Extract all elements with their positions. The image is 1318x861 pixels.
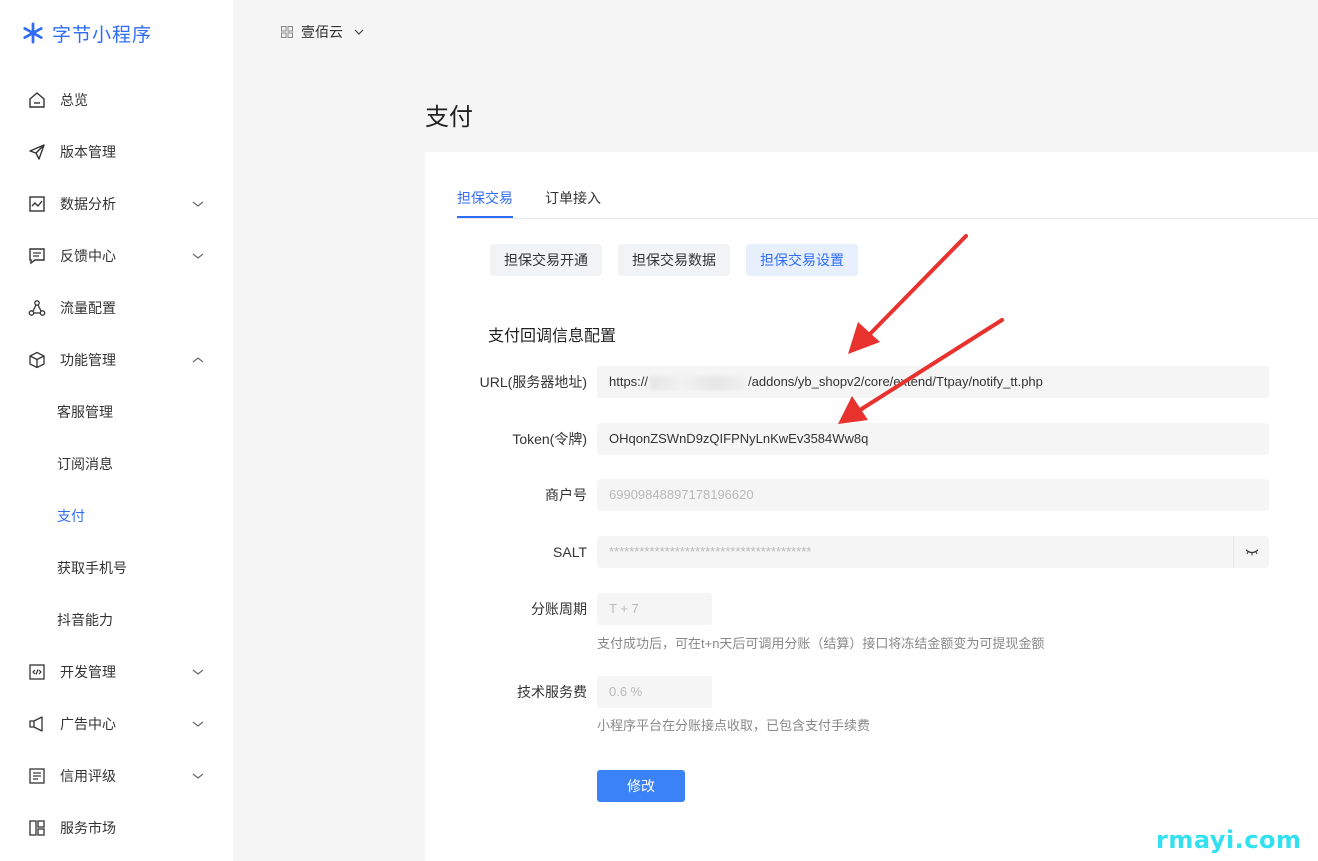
brand-logo-icon: [23, 22, 43, 44]
merchant-id-field[interactable]: 69909848897178196620: [597, 479, 1269, 511]
subtab-escrow-open[interactable]: 担保交易开通: [490, 244, 602, 276]
fee-hint: 小程序平台在分账接点收取，已包含支付手续费: [597, 718, 871, 733]
sidebar: 字节小程序 总览 版本管理 数据分析 反馈中心 流量配置 功能管理 客服管理 订…: [0, 0, 233, 861]
page-title: 支付: [425, 104, 473, 131]
sidebar-item-label: 广告中心: [60, 716, 116, 732]
salt-label: SALT: [553, 544, 587, 560]
eye-closed-icon: [1245, 549, 1258, 556]
chevron-down-icon: [192, 669, 204, 675]
sidebar-item-label: 数据分析: [60, 196, 116, 212]
sidebar-item-label: 功能管理: [60, 352, 116, 368]
document-icon: [29, 768, 45, 784]
paper-plane-icon: [29, 144, 45, 160]
cube-icon: [29, 351, 45, 369]
sidebar-item-label: 订阅消息: [57, 456, 113, 472]
sidebar-item-dev[interactable]: 开发管理: [0, 646, 233, 698]
megaphone-icon: [29, 716, 43, 732]
settlement-cycle-field[interactable]: T + 7: [597, 593, 712, 625]
sidebar-item-payment[interactable]: 支付: [0, 490, 233, 542]
fee-label: 技术服务费: [517, 684, 587, 700]
sidebar-item-label: 流量配置: [60, 300, 116, 316]
watermark: rmayi.com: [1156, 826, 1302, 854]
tabs-divider: [457, 218, 1318, 219]
url-redacted: [650, 375, 747, 390]
url-label: URL(服务器地址): [479, 374, 587, 390]
share-icon: [28, 300, 46, 316]
sidebar-item-analytics[interactable]: 数据分析: [0, 178, 233, 230]
modify-button[interactable]: 修改: [597, 770, 685, 802]
url-field[interactable]: https:// /addons/yb_shopv2/core/extend/Tt…: [597, 366, 1269, 398]
sidebar-item-label: 信用评级: [60, 768, 116, 784]
url-value-prefix: https://: [609, 374, 649, 389]
sidebar-item-label: 开发管理: [60, 664, 116, 680]
chevron-down-icon: [192, 253, 204, 259]
sidebar-item-traffic[interactable]: 流量配置: [0, 282, 233, 334]
chevron-up-icon: [192, 357, 204, 363]
sidebar-item-feedback[interactable]: 反馈中心: [0, 230, 233, 282]
apps-grid-icon: [281, 26, 293, 38]
sidebar-item-credit[interactable]: 信用评级: [0, 750, 233, 802]
sidebar-item-ads[interactable]: 广告中心: [0, 698, 233, 750]
brand-logo[interactable]: 字节小程序: [22, 20, 152, 46]
home-icon: [29, 92, 45, 108]
token-field[interactable]: OHqonZSWnD9zQIFPNyLnKwEv3584Ww8q: [597, 423, 1269, 455]
sidebar-item-subscription[interactable]: 订阅消息: [0, 438, 233, 490]
chart-icon: [29, 196, 45, 212]
settings-card: 担保交易 订单接入 担保交易开通 担保交易数据 担保交易设置 支付回调信息配置 …: [425, 152, 1318, 861]
tab-order-access[interactable]: 订单接入: [545, 188, 601, 218]
chevron-down-icon: [192, 721, 204, 727]
sidebar-item-overview[interactable]: 总览: [0, 74, 233, 126]
sidebar-item-label: 总览: [60, 92, 88, 108]
cycle-label: 分账周期: [531, 601, 587, 617]
merchant-label: 商户号: [545, 487, 587, 503]
brand-name: 字节小程序: [52, 24, 153, 46]
chevron-down-icon: [192, 773, 204, 779]
subtab-escrow-data[interactable]: 担保交易数据: [618, 244, 730, 276]
grid-layout-icon: [29, 820, 45, 836]
sidebar-item-label: 版本管理: [60, 144, 116, 160]
url-value-suffix: /addons/yb_shopv2/core/extend/Ttpay/noti…: [748, 374, 1043, 389]
sidebar-item-label: 反馈中心: [60, 248, 116, 264]
app-switcher[interactable]: 壹佰云: [281, 22, 365, 42]
chevron-down-icon: [192, 201, 204, 207]
sidebar-item-label: 客服管理: [57, 404, 113, 420]
salt-value: ****************************************: [609, 544, 812, 559]
section-title: 支付回调信息配置: [488, 328, 617, 345]
sidebar-item-label: 支付: [57, 508, 85, 524]
sidebar-item-label: 抖音能力: [57, 612, 113, 628]
app-name: 壹佰云: [301, 24, 343, 40]
token-label: Token(令牌): [512, 431, 587, 447]
tab-escrow[interactable]: 担保交易: [457, 188, 513, 218]
tabs: 担保交易 订单接入: [457, 188, 633, 218]
sidebar-item-label: 获取手机号: [57, 560, 127, 576]
cycle-hint: 支付成功后，可在t+n天后可调用分账（结算）接口将冻结金额变为可提现金额: [597, 636, 1045, 651]
salt-field[interactable]: ****************************************: [597, 536, 1269, 568]
sidebar-item-douyin[interactable]: 抖音能力: [0, 594, 233, 646]
code-icon: [29, 664, 45, 680]
toggle-visibility-button[interactable]: [1233, 536, 1269, 568]
subtabs: 担保交易开通 担保交易数据 担保交易设置: [490, 244, 874, 276]
top-bar: 壹佰云: [233, 0, 1318, 64]
message-icon: [29, 248, 45, 265]
sidebar-item-version[interactable]: 版本管理: [0, 126, 233, 178]
sidebar-item-market[interactable]: 服务市场: [0, 802, 233, 854]
sidebar-item-label: 服务市场: [60, 820, 116, 836]
service-fee-field[interactable]: 0.6 %: [597, 676, 712, 708]
chevron-down-icon: [354, 29, 364, 35]
sidebar-item-features[interactable]: 功能管理: [0, 334, 233, 386]
sidebar-item-phone[interactable]: 获取手机号: [0, 542, 233, 594]
subtab-escrow-settings[interactable]: 担保交易设置: [746, 244, 858, 276]
sidebar-item-customer-service[interactable]: 客服管理: [0, 386, 233, 438]
